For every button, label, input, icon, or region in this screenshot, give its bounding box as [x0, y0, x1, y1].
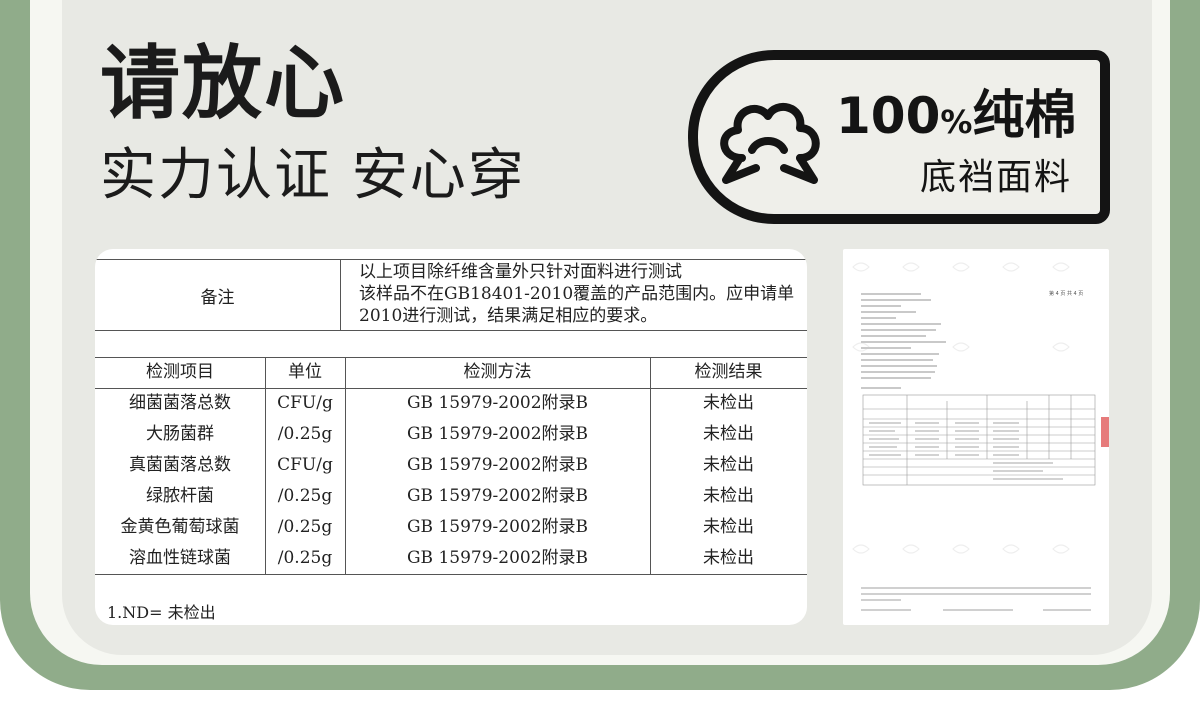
remarks-line: 该样品不在GB18401-2010覆盖的产品范围内。应申请单 [359, 284, 795, 304]
cell-result: 未检出 [703, 486, 754, 506]
cell-method: GB 15979-2002附录B [406, 486, 589, 506]
table-row: 大肠菌群 /0.25g GB 15979-2002附录B 未检出 [95, 419, 807, 450]
cell-item: 溶血性链球菌 [129, 548, 231, 568]
header-item: 检测项目 [146, 362, 214, 382]
report-page-graphic [852, 262, 1109, 611]
cell-unit: /0.25g [277, 424, 333, 444]
cell-method: GB 15979-2002附录B [406, 548, 589, 568]
cell-unit: /0.25g [277, 486, 333, 506]
test-results-card: 备注 以上项目除纤维含量外只针对面料进行测试 该样品不在GB18401-2010… [95, 249, 807, 625]
badge-percent: % [940, 103, 973, 141]
remarks-label: 备注 [200, 288, 235, 308]
remarks-text: 以上项目除纤维含量外只针对面料进行测试 该样品不在GB18401-2010覆盖的… [359, 261, 807, 327]
badge-number: 100 [836, 87, 941, 145]
headline: 请放心 [100, 37, 346, 130]
cell-item: 大肠菌群 [146, 424, 214, 444]
cotton-badge: 100%纯棉 底裆面料 [688, 50, 1110, 224]
cell-method: GB 15979-2002附录B [406, 517, 589, 537]
table-row: 金黄色葡萄球菌 /0.25g GB 15979-2002附录B 未检出 [95, 512, 807, 543]
cell-result: 未检出 [703, 424, 754, 444]
table-row: 细菌菌落总数 CFU/g GB 15979-2002附录B 未检出 [95, 388, 807, 419]
footnote: 1.ND= 未检出 [107, 603, 216, 622]
cotton-icon [720, 103, 820, 184]
remarks-line: 以上项目除纤维含量外只针对面料进行测试 [359, 262, 682, 282]
cell-result: 未检出 [703, 455, 754, 475]
table-row: 绿脓杆菌 /0.25g GB 15979-2002附录B 未检出 [95, 481, 807, 512]
cell-result: 未检出 [703, 517, 754, 537]
cell-method: GB 15979-2002附录B [406, 424, 589, 444]
cell-method: GB 15979-2002附录B [406, 393, 589, 413]
header-unit: 单位 [288, 362, 322, 382]
header-method: 检测方法 [463, 362, 532, 382]
cell-item: 细菌菌落总数 [129, 393, 231, 413]
table-row: 真菌菌落总数 CFU/g GB 15979-2002附录B 未检出 [95, 450, 807, 481]
cell-unit: /0.25g [277, 517, 333, 537]
cell-item: 金黄色葡萄球菌 [120, 517, 240, 537]
badge-title: 100%纯棉 [836, 90, 1076, 142]
subline: 实力认证 安心穿 [100, 143, 526, 208]
remarks-line: 2010进行测试，结果满足相应的要求。 [359, 306, 658, 326]
rule [95, 330, 807, 331]
rule [340, 259, 341, 330]
cell-result: 未检出 [703, 393, 754, 413]
rule [95, 259, 807, 260]
cell-unit: /0.25g [277, 548, 333, 568]
report-page-label: 第 4 页 共 4 页 [1049, 291, 1084, 297]
table-header-row: 检测项目 单位 检测方法 检测结果 [95, 357, 807, 388]
test-report-thumbnail: 第 4 页 共 4 页 [843, 249, 1109, 625]
badge-word: 纯棉 [972, 86, 1077, 146]
rule [95, 574, 807, 575]
cell-unit: CFU/g [277, 455, 333, 475]
header-result: 检测结果 [694, 362, 763, 382]
table-row: 溶血性链球菌 /0.25g GB 15979-2002附录B 未检出 [95, 543, 807, 574]
cell-result: 未检出 [703, 548, 754, 568]
cell-method: GB 15979-2002附录B [406, 455, 589, 475]
cell-unit: CFU/g [277, 393, 333, 413]
cell-item: 真菌菌落总数 [129, 455, 231, 475]
cell-item: 绿脓杆菌 [146, 486, 214, 506]
badge-caption: 底裆面料 [919, 157, 1072, 198]
